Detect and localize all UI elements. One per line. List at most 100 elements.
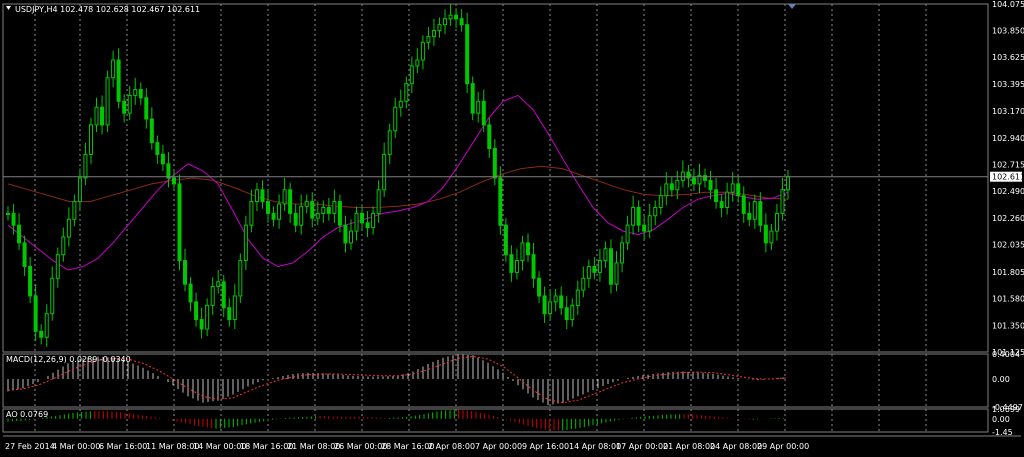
candle-body <box>625 224 630 244</box>
candle-body <box>22 242 27 267</box>
candle-body <box>481 100 486 126</box>
candle-body <box>714 189 719 203</box>
current-price-label: 102.611 <box>992 173 1024 182</box>
price-tick-label: 102.940 <box>992 134 1024 143</box>
candle-body <box>166 163 171 179</box>
price-tick-label: 103.625 <box>992 53 1024 62</box>
price-chart[interactable]: 104.075 103.850 103.625 103.395 103.170 102.9… <box>0 0 1024 457</box>
candle-body <box>183 260 188 285</box>
candle-body <box>321 206 326 214</box>
price-tick-label: 102.035 <box>992 241 1024 250</box>
candle-body <box>575 289 580 306</box>
candle-body <box>581 277 586 291</box>
candle-body <box>138 89 143 99</box>
candle-body <box>111 59 116 79</box>
candle-body <box>66 218 71 238</box>
candle-body <box>210 286 215 306</box>
time-tick-label: 14 Apr 08:00 <box>569 442 621 451</box>
candle-body <box>758 201 763 226</box>
candle-body <box>603 248 608 262</box>
candle-body <box>741 195 746 214</box>
candle-body <box>636 206 641 226</box>
candle-body <box>271 212 276 220</box>
candle-body <box>315 212 320 219</box>
candle-body <box>199 319 204 330</box>
candle-body <box>88 124 93 155</box>
candle-body <box>277 203 282 220</box>
candle-body <box>116 59 121 102</box>
candle-body <box>570 304 575 321</box>
candle-body <box>243 224 248 262</box>
candle-body <box>188 283 193 303</box>
candle-body <box>553 295 558 303</box>
time-tick-label: 11 Mar 08:00 <box>146 442 199 451</box>
time-tick-label: 26 Mar 00:00 <box>334 442 387 451</box>
panel-border <box>2 353 989 408</box>
candle-body <box>260 189 265 203</box>
candle-body <box>33 295 38 332</box>
candle-body <box>542 295 547 315</box>
candle-body <box>160 153 165 165</box>
candle-body <box>11 212 16 226</box>
candle-body <box>509 254 514 273</box>
candle-body <box>348 230 353 244</box>
candle-body <box>232 295 237 321</box>
time-tick-label: 4 Mar 00:00 <box>52 442 100 451</box>
candle-body <box>459 18 464 26</box>
candle-body <box>780 189 785 214</box>
candle-body <box>514 260 519 273</box>
ao-tick-label: -1.45 <box>992 428 1013 437</box>
fast-ma-line <box>7 94 789 271</box>
candle-body <box>266 201 270 214</box>
time-tick-label: 2 Apr 08:00 <box>428 442 475 451</box>
panel-border <box>2 408 989 433</box>
time-tick-label: 21 Apr 08:00 <box>663 442 715 451</box>
candle-body <box>299 205 304 226</box>
candle-body <box>642 224 647 232</box>
candle-body <box>691 177 696 185</box>
candle-body <box>664 183 669 197</box>
candle-body <box>548 301 553 315</box>
candle-body <box>653 206 658 217</box>
candle-body <box>647 215 652 232</box>
candlesticks <box>6 3 790 347</box>
candle-body <box>730 183 735 193</box>
macd-tick-label: 0.00 <box>992 375 1010 384</box>
candle-body <box>171 177 176 185</box>
triangle-down-icon[interactable] <box>6 6 11 10</box>
candle-body <box>393 106 398 132</box>
price-tick-label: 102.490 <box>992 187 1024 196</box>
candle-body <box>332 201 337 214</box>
candle-body <box>586 265 591 279</box>
candle-body <box>526 242 530 256</box>
candle-body <box>620 242 625 264</box>
candle-body <box>431 30 436 37</box>
candle-body <box>310 201 315 219</box>
candle-body <box>343 224 348 244</box>
candle-body <box>786 176 790 191</box>
candle-body <box>61 236 66 256</box>
candle-body <box>498 177 503 226</box>
time-tick-label: 24 Apr 08:00 <box>710 442 762 451</box>
time-tick-label: 28 Mar 16:00 <box>381 442 434 451</box>
candle-body <box>774 212 779 232</box>
candle-body <box>503 224 508 256</box>
candle-body <box>409 65 414 85</box>
candle-body <box>387 130 392 155</box>
chart-shift-marker-icon[interactable] <box>788 4 796 9</box>
candle-body <box>597 260 602 273</box>
candle-body <box>360 212 365 224</box>
candle-body <box>238 260 243 297</box>
macd-tick-label: 0.4004 <box>992 350 1020 359</box>
candle-body <box>288 189 293 214</box>
time-tick-label: 9 Apr 16:00 <box>522 442 569 451</box>
ao-tick-label: 1.0699 <box>992 405 1020 414</box>
candle-body <box>77 177 82 203</box>
candle-body <box>55 254 60 279</box>
candle-body <box>763 224 768 244</box>
time-tick-label: 6 Mar 16:00 <box>99 442 147 451</box>
candle-body <box>149 118 154 144</box>
candle-body <box>354 212 359 232</box>
ao-histogram <box>7 409 785 431</box>
candle-body <box>537 277 542 297</box>
